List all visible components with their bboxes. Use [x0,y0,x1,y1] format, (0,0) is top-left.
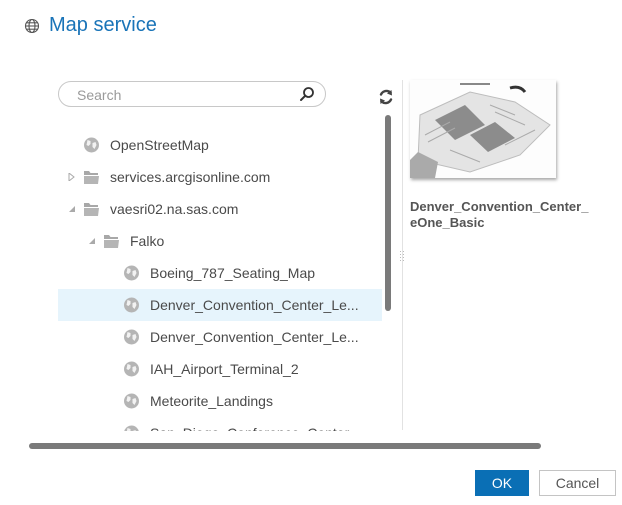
world-map-icon [124,297,139,313]
tree-item-label: Denver_Convention_Center_Le... [150,297,359,313]
tree-vertical-scrollbar[interactable] [385,115,391,311]
tree-item-san-diego-conference-center[interactable]: San_Diego_Conference_Center [58,417,382,431]
collapse-arrow-icon[interactable] [68,205,76,213]
tree-item-label: Falko [130,233,165,249]
map-service-tree: OpenStreetMap services.arcgisonline.com … [58,129,382,431]
tree-item-label: services.arcgisonline.com [110,169,271,185]
world-map-icon [124,329,139,345]
refresh-icon[interactable] [377,88,395,106]
cancel-button[interactable]: Cancel [539,470,616,496]
tree-horizontal-scrollbar[interactable] [29,443,541,449]
tree-item-openstreetmap[interactable]: OpenStreetMap [58,129,382,161]
preview-name-line1: Denver_Convention_Center_ [410,199,589,214]
world-map-icon [124,425,139,431]
search-icon[interactable] [299,86,315,102]
world-map-icon [124,361,139,377]
tree-item-label: Meteorite_Landings [150,393,273,409]
world-map-icon [124,393,139,409]
map-preview-thumbnail [410,80,556,178]
folder-icon [84,171,99,184]
search-box[interactable] [58,81,326,107]
world-map-icon [124,265,139,281]
tree-item-iah-airport[interactable]: IAH_Airport_Terminal_2 [58,353,382,385]
floor-plan-image [410,80,556,178]
tree-item-meteorite-landings[interactable]: Meteorite_Landings [58,385,382,417]
search-input[interactable] [75,86,299,104]
tree-item-label: OpenStreetMap [110,137,209,153]
tree-item-denver-convention-center-1[interactable]: Denver_Convention_Center_Le... [58,289,382,321]
tree-item-boeing-787[interactable]: Boeing_787_Seating_Map [58,257,382,289]
dialog-title: Map service [49,14,157,36]
globe-icon [24,18,40,33]
preview-map-name: Denver_Convention_Center_ eOne_Basic [410,199,610,231]
dialog-title-bar: Map service [24,14,157,37]
ok-button[interactable]: OK [475,470,529,496]
collapse-arrow-icon[interactable] [88,237,96,245]
world-map-icon [84,137,99,153]
tree-item-label: IAH_Airport_Terminal_2 [150,361,299,377]
folder-icon [84,203,99,216]
tree-item-services-arcgisonline[interactable]: services.arcgisonline.com [58,161,382,193]
expand-arrow-icon[interactable] [68,173,76,181]
tree-item-label: Boeing_787_Seating_Map [150,265,316,281]
tree-item-falko[interactable]: Falko [58,225,382,257]
folder-icon [104,235,119,248]
tree-item-label: vaesri02.na.sas.com [110,201,239,217]
splitter-grip-icon[interactable] [399,250,405,262]
tree-item-label: San_Diego_Conference_Center [150,425,349,431]
preview-name-line2: eOne_Basic [410,215,485,230]
tree-item-label: Denver_Convention_Center_Le... [150,329,359,345]
tree-item-vaesri02[interactable]: vaesri02.na.sas.com [58,193,382,225]
tree-item-denver-convention-center-2[interactable]: Denver_Convention_Center_Le... [58,321,382,353]
